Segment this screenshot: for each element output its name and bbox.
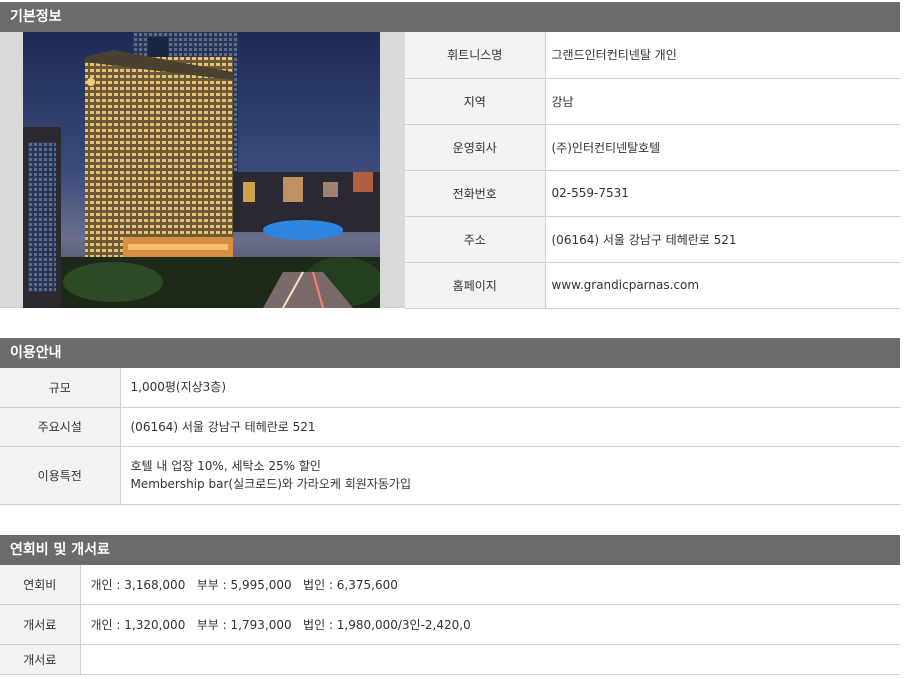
facilities-value: (06164) 서울 강남구 테헤란로 521 [120,407,900,447]
scale-label: 규모 [0,368,121,408]
phone-value: 02-559-7531 [545,170,900,217]
fitness-name-value: 그랜드인터컨티넨탈 개인 [545,32,900,79]
table-row: 주요시설 (06164) 서울 강남구 테헤란로 521 [0,407,900,447]
address-label: 주소 [405,216,546,263]
table-row: 개서료 개인 : 1,320,000 부부 : 1,793,000 법인 : 1… [0,604,900,645]
transfer-fee-label: 개서료 [0,604,81,645]
transfer-fee-value-2 [80,644,900,675]
table-row: 연회비 개인 : 3,168,000 부부 : 5,995,000 법인 : 6… [0,565,900,605]
table-row: 규모 1,000평(지상3층) [0,368,900,408]
benefits-value: 호텔 내 업장 10%, 세탁소 25% 할인 Membership bar(실… [120,446,900,505]
transfer-fee-label-2: 개서료 [0,644,81,675]
photo-panel [0,32,405,308]
hotel-photo [23,32,380,308]
annual-fee-label: 연회비 [0,565,81,605]
benefits-label: 이용특전 [0,446,121,505]
table-row: 이용특전 호텔 내 업장 10%, 세탁소 25% 할인 Membership … [0,446,900,505]
region-value: 강남 [545,78,900,125]
transfer-fee-value: 개인 : 1,320,000 부부 : 1,793,000 법인 : 1,980… [80,604,900,645]
table-row: 운영회사 (주)인터컨티넨탈호텔 [405,124,900,171]
homepage-link[interactable]: www.grandicparnas.com [545,262,900,309]
operator-value: (주)인터컨티넨탈호텔 [545,124,900,171]
basic-info-header: 기본정보 [0,2,900,32]
table-row: 휘트니스명 그랜드인터컨티넨탈 개인 [405,32,900,79]
usage-guide-header: 이용안내 [0,338,900,368]
operator-label: 운영회사 [405,124,546,171]
fees-header: 연회비 및 개서료 [0,535,900,565]
phone-label: 전화번호 [405,170,546,217]
table-row: 전화번호 02-559-7531 [405,170,900,217]
table-row: 지역 강남 [405,78,900,125]
annual-fee-value: 개인 : 3,168,000 부부 : 5,995,000 법인 : 6,375… [80,565,900,605]
benefits-line-1: 호텔 내 업장 10%, 세탁소 25% 할인 [130,459,321,473]
table-row: 개서료 [0,644,900,675]
table-row: 홈페이지 www.grandicparnas.com [405,262,900,309]
benefits-line-2: Membership bar(실크로드)와 가라오케 회원자동가입 [130,477,411,491]
table-row: 주소 (06164) 서울 강남구 테헤란로 521 [405,216,900,263]
basic-info-table: 휘트니스명 그랜드인터컨티넨탈 개인 지역 강남 운영회사 (주)인터컨티넨탈호… [405,32,900,309]
facilities-label: 주요시설 [0,407,121,447]
fees-table: 연회비 개인 : 3,168,000 부부 : 5,995,000 법인 : 6… [0,565,900,675]
scale-value: 1,000평(지상3층) [120,368,900,408]
address-value: (06164) 서울 강남구 테헤란로 521 [545,216,900,263]
homepage-label: 홈페이지 [405,262,546,309]
region-label: 지역 [405,78,546,125]
usage-guide-table: 규모 1,000평(지상3층) 주요시설 (06164) 서울 강남구 테헤란로… [0,368,900,505]
fitness-name-label: 휘트니스명 [405,32,546,79]
